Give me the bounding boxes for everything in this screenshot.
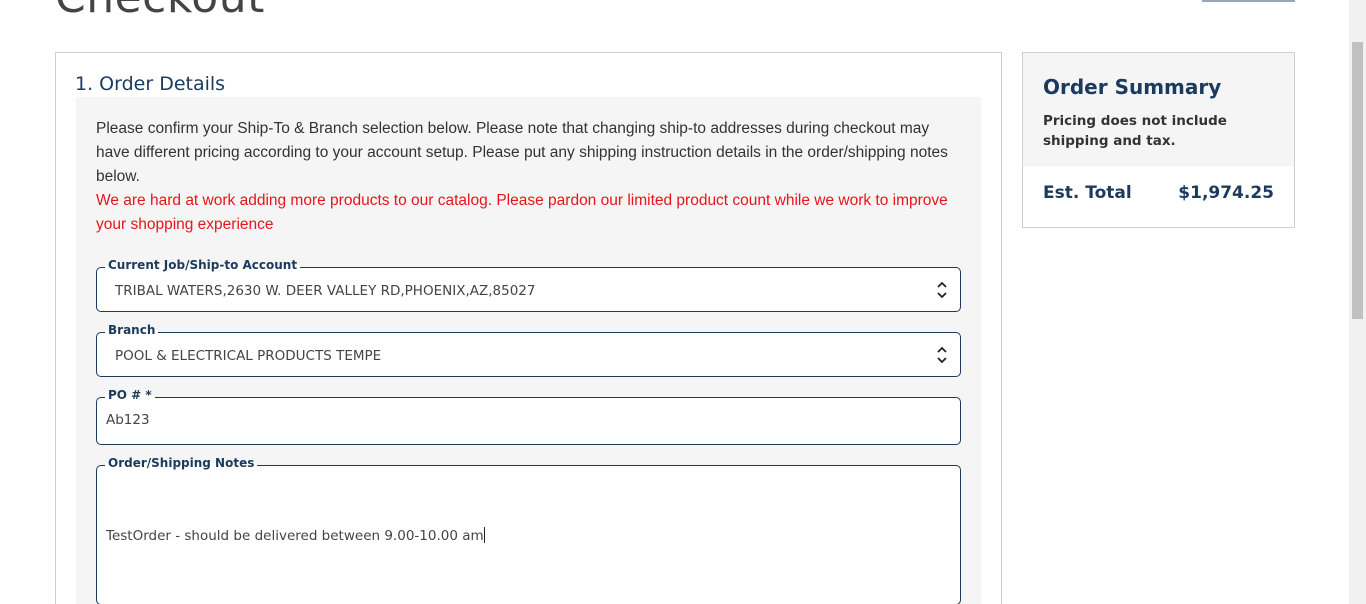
pricing-note: Pricing does not include shipping and ta… bbox=[1043, 113, 1227, 149]
order-summary-panel: Order Summary Pricing does not include s… bbox=[1022, 52, 1295, 228]
shipping-notes-label: Order/Shipping Notes bbox=[105, 456, 258, 470]
branch-label: Branch bbox=[105, 323, 159, 337]
text-cursor bbox=[483, 527, 485, 543]
order-details-heading: 1. Order Details bbox=[75, 73, 226, 95]
order-summary-title: Order Summary bbox=[1043, 75, 1222, 99]
scrollbar-thumb[interactable] bbox=[1352, 42, 1363, 319]
po-number-value: Ab123 bbox=[106, 412, 150, 428]
est-total-value: $1,974.25 bbox=[1178, 183, 1274, 203]
ship-to-label: Current Job/Ship-to Account bbox=[105, 258, 301, 272]
ship-to-value: TRIBAL WATERS,2630 W. DEER VALLEY RD,PHO… bbox=[115, 283, 536, 299]
order-summary-header: Order Summary Pricing does not include s… bbox=[1023, 53, 1294, 166]
branch-value: POOL & ELECTRICAL PRODUCTS TEMPE bbox=[115, 348, 382, 364]
order-details-panel: 1. Order Details Please confirm your Shi… bbox=[55, 52, 1002, 604]
select-chevrons-icon bbox=[937, 281, 947, 299]
order-details-body: Please confirm your Ship-To & Branch sel… bbox=[76, 97, 981, 604]
header-link-underline[interactable] bbox=[1202, 0, 1295, 2]
page-title: Checkout bbox=[55, 0, 265, 23]
branch-select[interactable]: Branch POOL & ELECTRICAL PRODUCTS TEMPE bbox=[96, 323, 961, 377]
order-details-intro: Please confirm your Ship-To & Branch sel… bbox=[96, 120, 948, 185]
page-scrollbar[interactable] bbox=[1349, 0, 1366, 604]
shipping-notes-text-wrap: TestOrder - should be delivered between … bbox=[106, 527, 485, 544]
po-number-input[interactable]: PO # * Ab123 bbox=[96, 388, 961, 445]
po-number-label: PO # * bbox=[105, 388, 155, 402]
est-total-label: Est. Total bbox=[1043, 183, 1132, 203]
shipping-notes-value: TestOrder - should be delivered between … bbox=[106, 528, 484, 544]
catalog-notice: We are hard at work adding more products… bbox=[96, 192, 948, 233]
select-chevrons-icon bbox=[937, 346, 947, 364]
shipping-notes-textarea[interactable]: Order/Shipping Notes TestOrder - should … bbox=[96, 456, 961, 604]
ship-to-select[interactable]: Current Job/Ship-to Account TRIBAL WATER… bbox=[96, 258, 961, 312]
